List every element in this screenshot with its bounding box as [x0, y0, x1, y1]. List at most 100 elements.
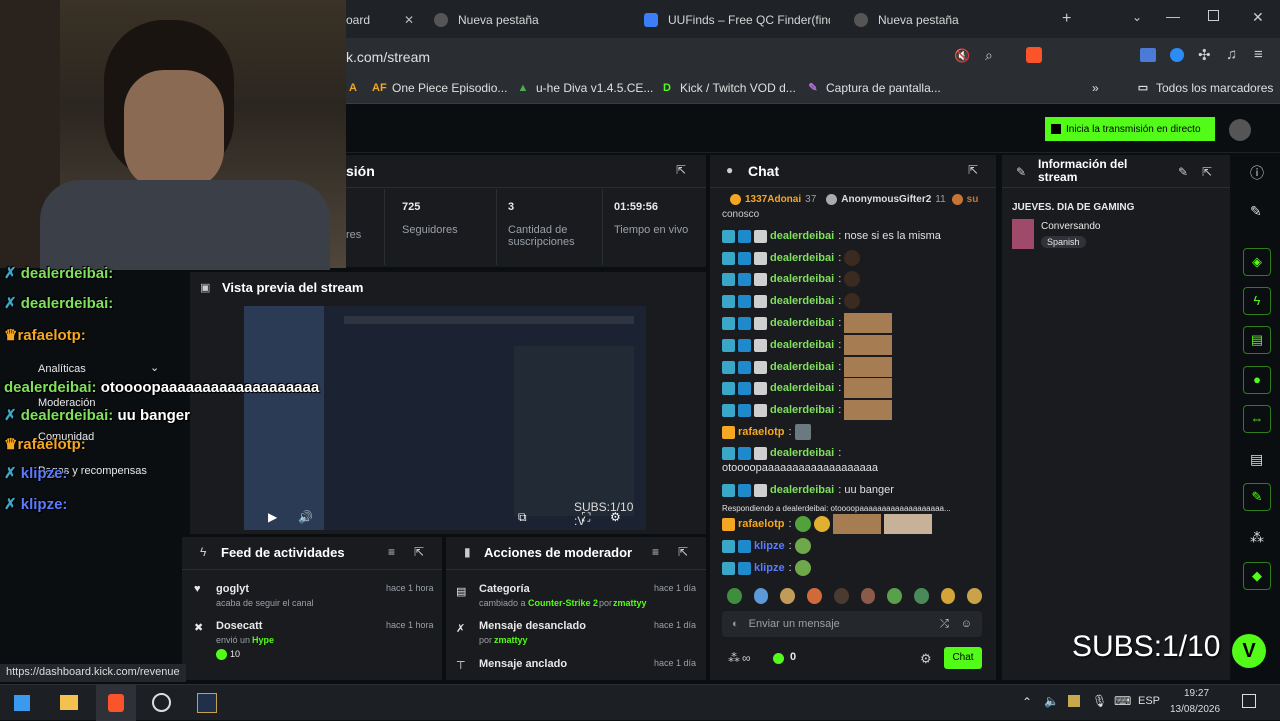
clock-time[interactable]: 19:27 [1184, 688, 1209, 699]
bookmark-item[interactable]: ✎ Captura de pantalla... [806, 81, 940, 95]
chat-username[interactable]: dealerdeibai [770, 295, 834, 307]
chat-username[interactable]: dealerdeibai [770, 404, 834, 416]
emote[interactable] [967, 588, 983, 604]
link-icon[interactable]: ⇔ [1243, 405, 1271, 433]
obs-icon[interactable] [152, 693, 171, 712]
bookmark-item[interactable]: AF One Piece Episodio... [372, 81, 507, 95]
command-icon[interactable]: ⤮ [940, 618, 949, 631]
chat-message[interactable]: dealerdeibai: [722, 270, 861, 288]
close-window-button[interactable]: ✕ [1252, 9, 1264, 26]
new-tab-button[interactable]: + [1062, 10, 1071, 28]
volume-icon[interactable]: 🔈 [1044, 694, 1059, 708]
sidebar-item-analytics[interactable]: Analíticas [38, 363, 86, 375]
chat-username[interactable]: klipze [754, 562, 785, 574]
expand-icon[interactable]: ⇱ [678, 545, 688, 559]
translate-icon[interactable] [1140, 48, 1156, 62]
chat-username[interactable]: dealerdeibai [770, 339, 834, 351]
url-field[interactable]: k.com/stream [346, 49, 430, 65]
category-thumbnail[interactable] [1012, 219, 1034, 249]
chat-input[interactable]: ◐ Enviar un mensaje ⤮ ☺ [722, 611, 982, 637]
brave-shields-icon[interactable] [1026, 47, 1042, 63]
chevron-down-icon[interactable]: ⌄ [1132, 10, 1142, 24]
chat-message[interactable]: dealerdeibai: [722, 313, 893, 333]
emote[interactable] [807, 588, 822, 604]
emote[interactable] [860, 588, 876, 604]
mic-icon[interactable]: 🎙 [1092, 694, 1107, 708]
chat-icon[interactable]: ● [1243, 366, 1271, 394]
avatar[interactable] [1229, 119, 1251, 141]
chat-message[interactable]: dealerdeibai: [722, 249, 861, 267]
chat-username[interactable]: dealerdeibai [770, 317, 834, 329]
chat-username[interactable]: dealerdeibai [770, 447, 834, 459]
gem-icon[interactable]: ◆ [1243, 562, 1271, 590]
chat-username[interactable]: dealerdeibai [770, 484, 834, 496]
chevron-down-icon[interactable]: ⌄ [150, 361, 159, 374]
folder-icon[interactable] [60, 695, 78, 710]
settings-icon[interactable]: ⚙ [610, 510, 621, 524]
emote[interactable] [727, 588, 742, 604]
chat-message[interactable]: klipze: [722, 537, 811, 555]
chat-username[interactable]: dealerdeibai [770, 230, 834, 242]
chat-username[interactable]: rafaelotp [738, 518, 784, 530]
chevron-up-icon[interactable]: ⌃ [1022, 695, 1032, 709]
chat-message[interactable]: klipze: [722, 559, 811, 577]
users-icon[interactable]: ⁂ [1250, 529, 1264, 546]
minimize-button[interactable]: — [1166, 8, 1180, 24]
network-icon[interactable]: ⌨ [1114, 694, 1131, 708]
chat-username[interactable]: rafaelotp [738, 426, 784, 438]
tray-icon[interactable] [1068, 695, 1080, 707]
chat-message[interactable]: dealerdeibai: uu banger [722, 481, 894, 499]
volume-icon[interactable]: 🔊 [298, 510, 313, 524]
menu-icon[interactable]: ≡ [1254, 46, 1263, 63]
edit-icon[interactable]: ✎ [1178, 165, 1188, 179]
chat-message[interactable]: dealerdeibai: [722, 335, 893, 355]
notification-icon[interactable] [1242, 694, 1256, 708]
chat-username[interactable]: dealerdeibai [770, 273, 834, 285]
chat-message[interactable]: dealerdeibai: [722, 357, 893, 377]
bookmarks-folder[interactable]: ▭ Todos los marcadores [1136, 81, 1274, 95]
bookmark-item[interactable]: D Kick / Twitch VOD d... [660, 81, 796, 95]
filter-icon[interactable]: ≡ [652, 545, 659, 559]
bolt-icon[interactable]: ϟ [1243, 287, 1271, 315]
stream-video[interactable]: SUBS:1/10 :V ▶ 🔊 ⧉ ⛶ ⚙ [244, 306, 646, 530]
play-icon[interactable]: ▶ [268, 510, 277, 524]
go-live-button[interactable]: Inicia la transmisión en directo [1045, 117, 1215, 141]
puzzle-icon[interactable]: ✣ [1198, 46, 1211, 64]
maximize-button[interactable] [1208, 10, 1219, 21]
emote[interactable] [780, 588, 796, 604]
chat-message[interactable]: rafaelotp: [722, 514, 932, 534]
expand-icon[interactable]: ⇱ [968, 163, 978, 177]
tab-dashboard[interactable]: oard ✕ [346, 6, 430, 34]
emoji-icon[interactable]: ☺ [961, 618, 972, 630]
language-indicator[interactable]: ESP [1138, 695, 1160, 707]
emote[interactable] [940, 588, 956, 604]
category-name[interactable]: Conversando [1041, 221, 1100, 232]
widget-icon[interactable]: ◈ [1243, 248, 1271, 276]
tab-new-2[interactable]: Nueva pestaña [854, 6, 1044, 34]
chat-username[interactable]: dealerdeibai [770, 252, 834, 264]
chat-username[interactable]: klipze [754, 540, 785, 552]
filter-icon[interactable]: ≡ [388, 545, 395, 559]
chat-message[interactable]: dealerdeibai: [722, 378, 893, 398]
emote[interactable] [913, 588, 929, 604]
zoom-icon[interactable]: ⌕ [985, 47, 993, 64]
windows-start-icon[interactable] [14, 695, 30, 711]
close-icon[interactable]: ✕ [404, 13, 414, 27]
info-icon[interactable]: ⓘ [1250, 163, 1264, 183]
chat-message[interactable]: dealerdeibai: [722, 400, 893, 420]
reply-icon[interactable]: ◐ [732, 618, 739, 630]
emote[interactable] [887, 588, 902, 604]
document-icon[interactable]: ▤ [1243, 326, 1271, 354]
app-icon[interactable] [197, 693, 217, 713]
expand-icon[interactable]: ⇱ [1202, 165, 1212, 179]
bookmark-item[interactable]: A [346, 81, 366, 95]
clock-date[interactable]: 13/08/2026 [1170, 704, 1220, 715]
extension-icon[interactable] [1170, 48, 1184, 62]
chat-message[interactable]: dealerdeibai: [722, 292, 861, 310]
chat-message[interactable]: dealerdeibai: nose si es la misma [722, 227, 941, 245]
tab-new[interactable]: Nueva pestaña [434, 6, 634, 34]
bookmark-item[interactable]: ▲ u-he Diva v1.4.5.CE... [516, 81, 654, 95]
emote[interactable] [833, 588, 849, 604]
pip-icon[interactable]: ⧉ [518, 510, 527, 525]
pencil-icon[interactable]: ✎ [1250, 203, 1262, 220]
